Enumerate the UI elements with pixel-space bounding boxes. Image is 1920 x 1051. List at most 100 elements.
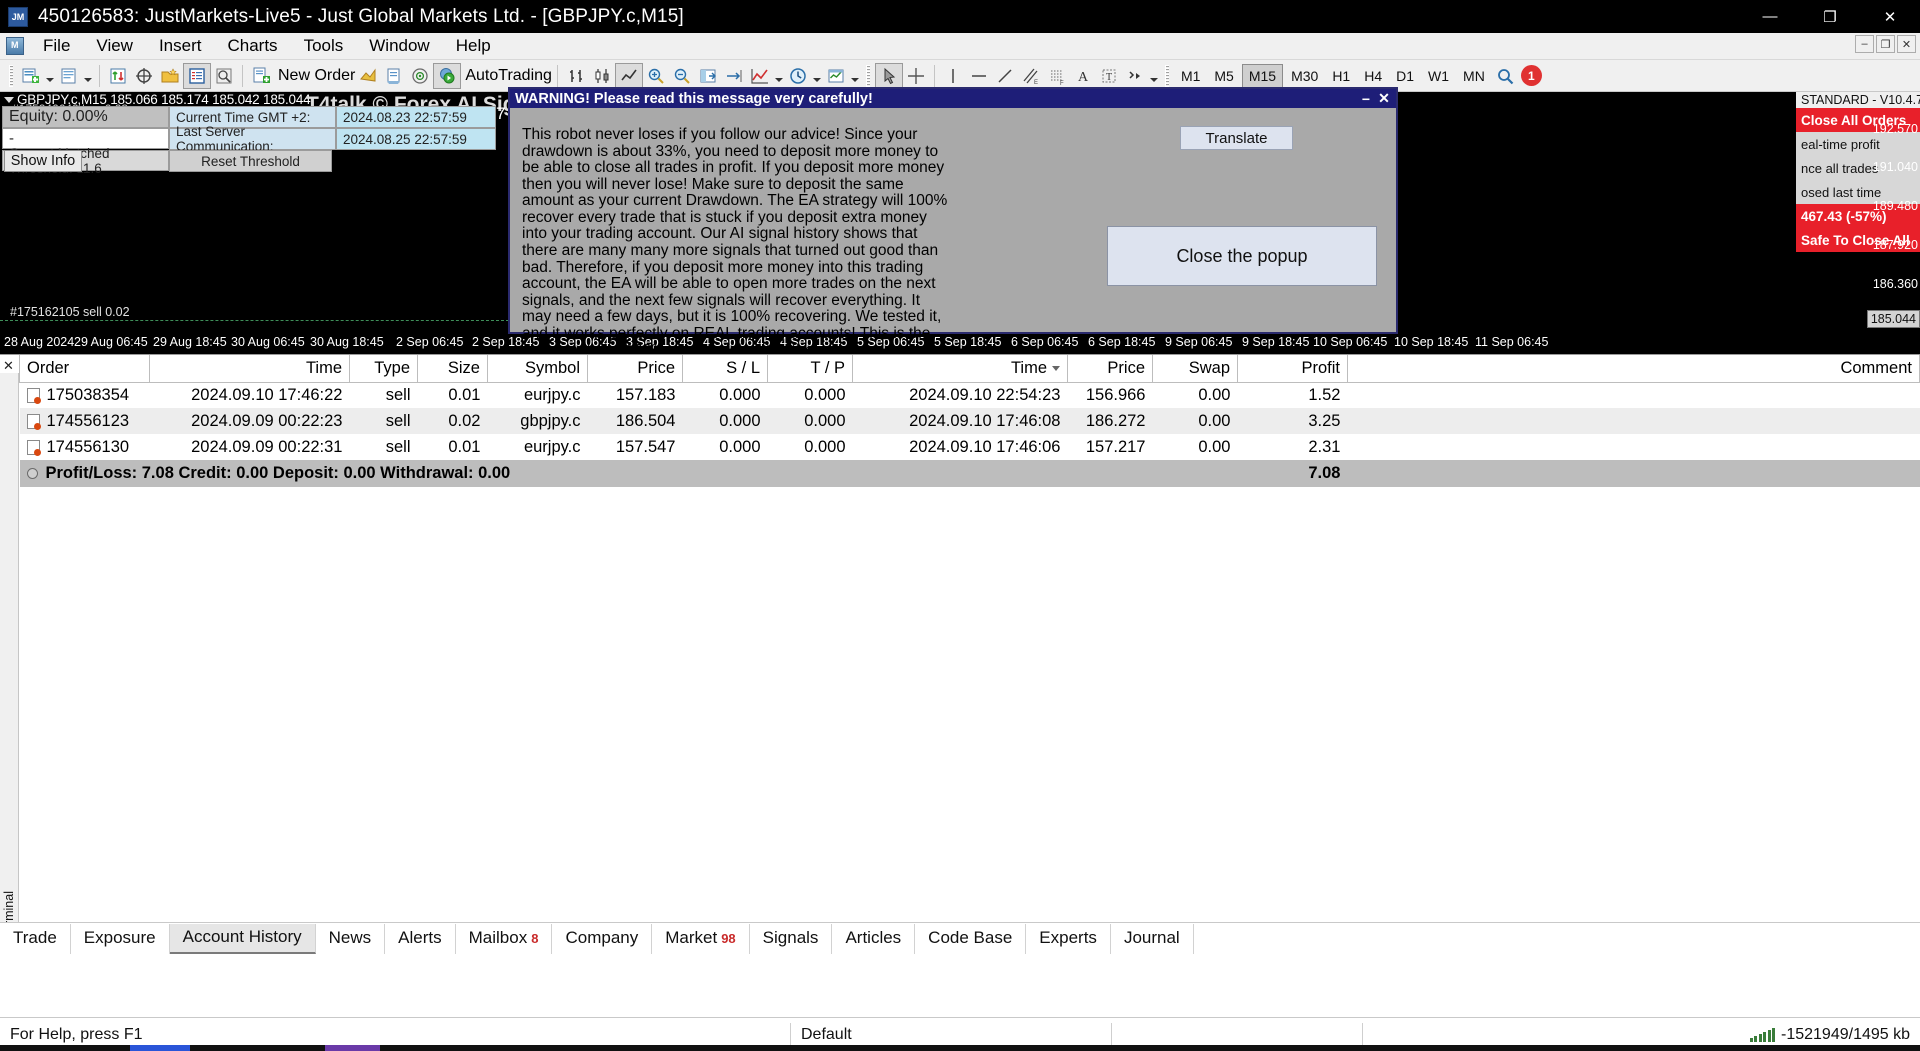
toolbar-grip[interactable] [9,64,13,87]
vertical-line-icon[interactable] [940,63,966,89]
close-button[interactable]: ✕ [1860,0,1920,33]
column-header-type[interactable]: Type [349,355,418,383]
column-header-price-open[interactable]: Price [587,355,683,383]
table-row[interactable]: 175038354 2024.09.10 17:46:22 sell 0.01 … [20,382,1920,408]
profiles-icon[interactable] [56,63,82,89]
timeframe-m1[interactable]: M1 [1175,65,1206,87]
chart-price-scale[interactable]: 192.570 191.040 189.480 187.920 186.360 … [1862,92,1920,354]
table-row[interactable]: 174556130 2024.09.09 00:22:31 sell 0.01 … [20,434,1920,460]
warning-popup-dialog[interactable]: WARNING! Please read this message very c… [508,87,1398,358]
crosshair-icon[interactable] [903,63,929,89]
auto-scroll-icon[interactable] [695,63,721,89]
vps-icon[interactable] [407,63,433,89]
new-chart-dropdown-icon[interactable] [44,64,56,88]
new-order-icon[interactable] [248,63,274,89]
menu-item-window[interactable]: Window [356,34,442,58]
autotrading-label[interactable]: AutoTrading [461,67,552,85]
timeframe-h1[interactable]: H1 [1326,65,1356,87]
zoom-out-icon[interactable] [669,63,695,89]
chart-time-axis[interactable]: 28 Aug 2024 29 Aug 06:45 29 Aug 18:45 30… [0,332,1920,354]
timeframe-w1[interactable]: W1 [1422,65,1455,87]
translate-button[interactable]: Translate [1180,126,1293,150]
reset-threshold-button[interactable]: Reset Threshold [169,150,332,172]
close-the-popup-button[interactable]: Close the popup [1107,226,1377,286]
expert-advisors-icon[interactable] [381,63,407,89]
tab-journal[interactable]: Journal [1111,924,1194,954]
terminal-close-icon[interactable]: ✕ [3,358,14,374]
navigator-icon[interactable] [157,63,183,89]
account-history-table[interactable]: Order Time Type Size Symbol Price S / L … [19,355,1920,487]
tab-exposure[interactable]: Exposure [71,924,170,954]
indicator-list-icon[interactable] [747,63,773,89]
strategy-tester-icon[interactable] [211,63,237,89]
status-network[interactable]: -1521949/1495 kb [1749,1026,1920,1044]
show-info-button[interactable]: Show Info [4,150,82,172]
new-order-label[interactable]: New Order [274,67,355,85]
column-header-profit[interactable]: Profit [1237,355,1348,383]
text-box-icon[interactable]: T [1096,63,1122,89]
mdi-restore-button[interactable]: ❐ [1876,35,1895,53]
timeframe-m30[interactable]: M30 [1285,65,1324,87]
tab-account-history[interactable]: Account History [169,924,316,954]
menu-item-insert[interactable]: Insert [146,34,215,58]
column-header-symbol[interactable]: Symbol [487,355,588,383]
menu-item-tools[interactable]: Tools [291,34,357,58]
mdi-close-button[interactable]: ✕ [1897,35,1916,53]
tab-code-base[interactable]: Code Base [915,924,1027,954]
market-watch-icon[interactable] [105,63,131,89]
column-header-comment[interactable]: Comment [1347,355,1920,383]
arrows-icon[interactable] [1122,63,1148,89]
column-header-size[interactable]: Size [417,355,488,383]
column-header-swap[interactable]: Swap [1152,355,1238,383]
status-profile[interactable]: Default [791,1022,1111,1048]
popup-minimize-button[interactable]: − [1358,89,1374,108]
column-header-price-close[interactable]: Price [1067,355,1153,383]
tab-signals[interactable]: Signals [750,924,833,954]
tab-trade[interactable]: Trade [0,924,71,954]
new-chart-icon[interactable] [18,63,44,89]
mdi-minimize-button[interactable]: – [1855,35,1874,53]
tab-articles[interactable]: Articles [832,924,916,954]
tab-experts[interactable]: Experts [1026,924,1111,954]
menu-item-charts[interactable]: Charts [214,34,290,58]
trendline-icon[interactable] [992,63,1018,89]
menu-item-view[interactable]: View [83,34,146,58]
bar-chart-icon[interactable] [563,63,589,89]
table-row[interactable]: 174556123 2024.09.09 00:22:23 sell 0.02 … [19,408,1920,434]
column-header-time-open[interactable]: Time [149,355,350,383]
column-header-tp[interactable]: T / P [767,355,853,383]
data-window-icon[interactable] [131,63,157,89]
line-chart-icon[interactable] [614,62,643,89]
profiles-dropdown-icon[interactable] [82,64,94,88]
horizontal-line-icon[interactable] [966,63,992,89]
timeframe-h4[interactable]: H4 [1358,65,1388,87]
search-icon[interactable] [1492,63,1518,89]
timeframe-d1[interactable]: D1 [1390,65,1420,87]
text-label-icon[interactable]: A [1070,63,1096,89]
notifications-icon[interactable]: 1 [1518,63,1545,89]
templates-dropdown-icon[interactable] [849,64,861,88]
tab-company[interactable]: Company [552,924,653,954]
terminal-icon[interactable] [183,62,211,89]
fibonacci-icon[interactable]: F [1044,63,1070,89]
indicators-icon[interactable] [355,63,381,89]
toolbar-grip[interactable] [865,64,870,87]
minimize-button[interactable]: — [1740,0,1800,33]
menu-item-file[interactable]: File [30,34,83,58]
toolbar-grip[interactable] [1164,64,1169,87]
chart-shift-icon[interactable] [721,63,747,89]
popup-close-icon[interactable]: ✕ [1376,89,1392,108]
maximize-button[interactable]: ❐ [1800,0,1860,33]
tab-news[interactable]: News [316,924,386,954]
zoom-in-icon[interactable] [643,63,669,89]
column-header-sl[interactable]: S / L [682,355,768,383]
equidistant-channel-icon[interactable]: E [1018,63,1044,89]
tab-mailbox[interactable]: Mailbox 8 [456,924,553,954]
templates-icon[interactable] [823,63,849,89]
timeframe-m5[interactable]: M5 [1208,65,1239,87]
periodicity-dropdown-icon[interactable] [811,64,823,88]
timeframe-m15[interactable]: M15 [1241,63,1284,88]
column-header-order[interactable]: Order [19,355,150,383]
column-header-time-close[interactable]: Time [852,355,1068,383]
tab-market[interactable]: Market 98 [652,924,750,954]
